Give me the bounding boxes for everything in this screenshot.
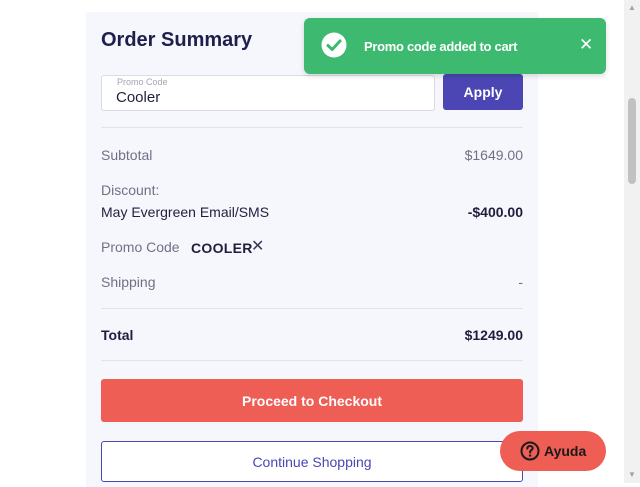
toast-message: Promo code added to cart xyxy=(364,39,518,54)
scroll-thumb[interactable] xyxy=(628,98,636,184)
proceed-to-checkout-button[interactable]: Proceed to Checkout xyxy=(101,379,523,422)
total-label: Total xyxy=(101,327,134,343)
success-toast: Promo code added to cart ✕ xyxy=(304,18,606,74)
total-value: $1249.00 xyxy=(464,327,523,343)
help-label: Ayuda xyxy=(544,443,587,459)
help-button[interactable]: Ayuda xyxy=(500,431,606,471)
scroll-up-icon[interactable]: ▲ xyxy=(624,0,640,16)
divider xyxy=(101,308,523,309)
order-summary-title: Order Summary xyxy=(101,29,253,51)
promo-code-input[interactable] xyxy=(116,89,416,106)
divider xyxy=(101,360,523,361)
vertical-scrollbar[interactable]: ▲ ▼ xyxy=(624,0,640,483)
divider xyxy=(101,127,523,128)
question-circle-icon xyxy=(520,441,540,461)
promo-code-field[interactable]: Promo Code xyxy=(101,75,435,111)
discount-name: May Evergreen Email/SMS xyxy=(101,204,270,220)
close-icon[interactable]: ✕ xyxy=(579,35,593,55)
discount-label: Discount: xyxy=(101,182,160,198)
shipping-value: - xyxy=(518,274,523,290)
order-summary-panel: Order Summary Promo Code Apply Subtotal … xyxy=(86,12,538,487)
check-circle-icon xyxy=(321,32,347,58)
shipping-label: Shipping xyxy=(101,274,156,290)
discount-value: -$400.00 xyxy=(467,204,523,220)
scroll-down-icon[interactable]: ▼ xyxy=(624,467,640,483)
promo-code-field-label: Promo Code xyxy=(117,77,168,87)
remove-promo-icon[interactable]: ✕ xyxy=(251,236,264,256)
subtotal-value: $1649.00 xyxy=(464,147,523,163)
continue-shopping-button[interactable]: Continue Shopping xyxy=(101,441,523,482)
applied-promo-code: COOLER xyxy=(191,240,253,256)
subtotal-label: Subtotal xyxy=(101,147,153,163)
apply-button[interactable]: Apply xyxy=(443,74,523,110)
promo-code-row-label: Promo Code xyxy=(101,239,180,255)
